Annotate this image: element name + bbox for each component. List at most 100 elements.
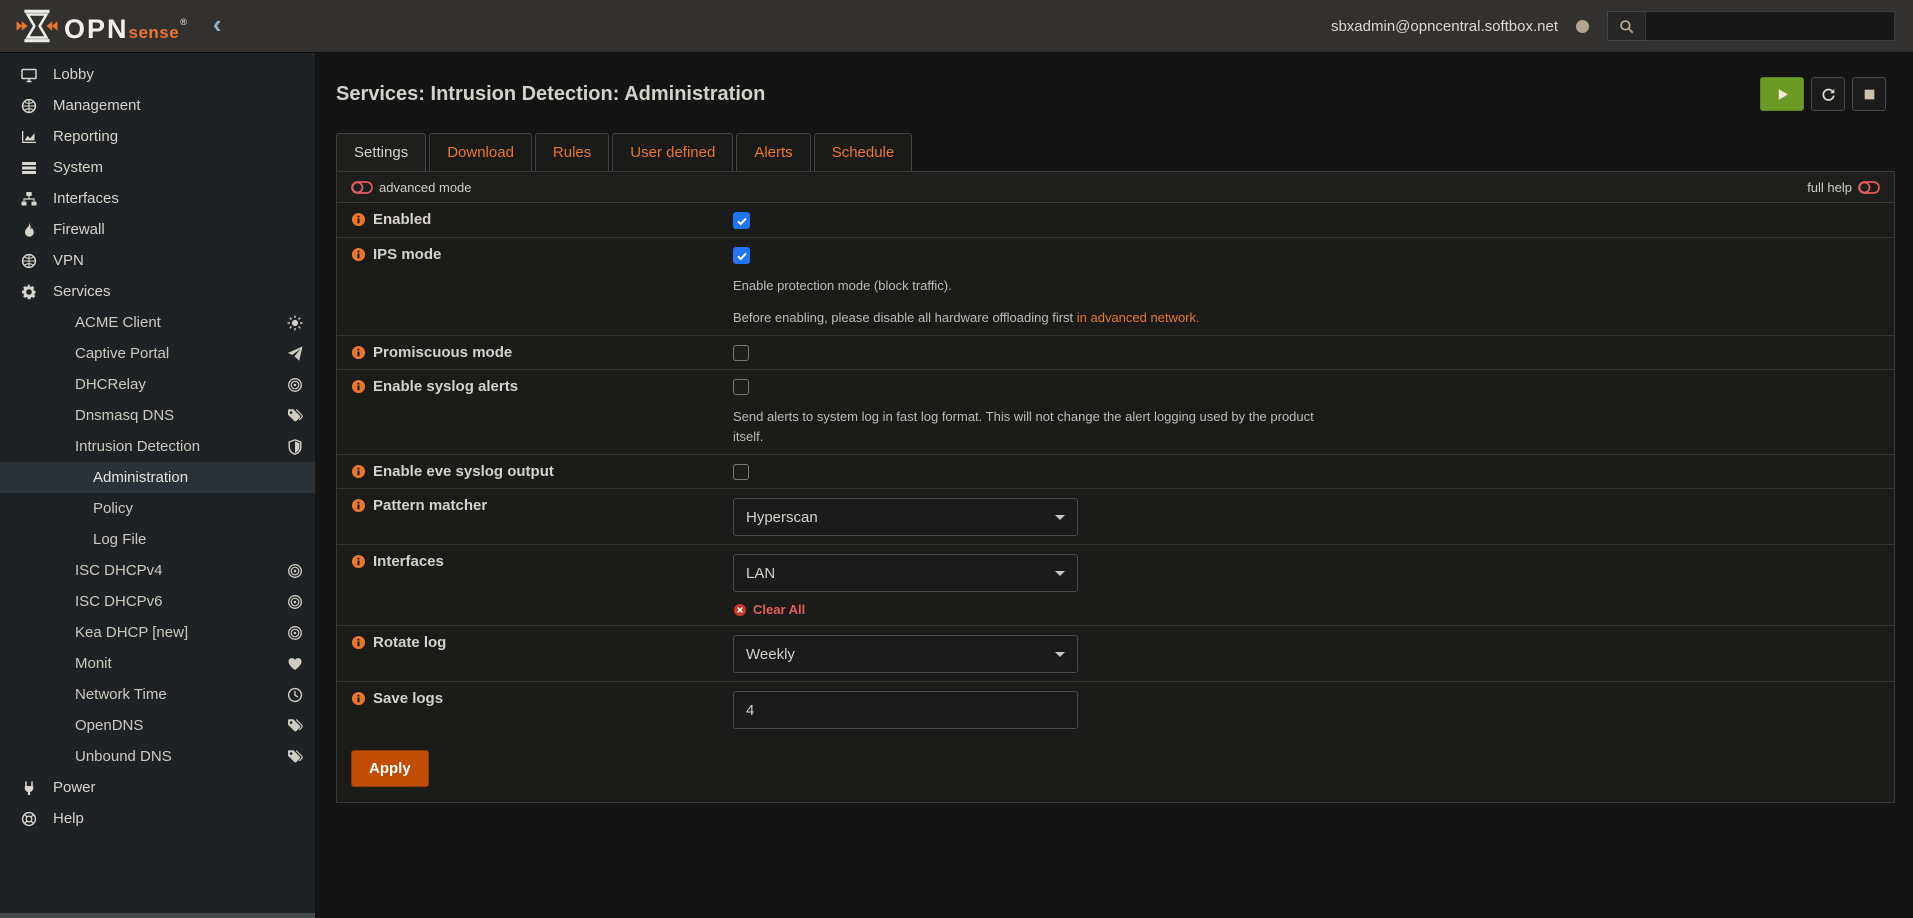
search-icon[interactable] [1607,11,1645,41]
sidebar-item-interfaces[interactable]: Interfaces [0,183,315,214]
sidebar-item-dnsmasq-dns[interactable]: Dnsmasq DNS [0,400,315,431]
help-link[interactable]: in advanced network [1077,310,1196,325]
search-box [1607,11,1895,41]
ips-mode-checkbox[interactable] [733,247,750,264]
info-circle-icon[interactable] [351,246,366,262]
setting-label: Save logs [373,690,443,707]
stop-service-button[interactable] [1852,77,1886,111]
brand-sense: sense [129,23,180,42]
info-circle-icon[interactable] [351,553,366,569]
brand-registered-mark: ® [180,17,187,27]
sidebar-item-intrusion-detection[interactable]: Intrusion Detection [0,431,315,462]
sidebar-item-help[interactable]: Help [0,803,315,834]
clear-all-label: Clear All [753,602,805,617]
sidebar-item-label: VPN [53,252,84,269]
full-help-toggle[interactable]: full help [1807,180,1880,195]
clear-all-button[interactable]: Clear All [733,602,1880,617]
sidebar: Lobby ManagementReporting System Interfaces… [0,53,315,918]
selected-value: LAN [746,565,775,582]
sidebar-item-monit[interactable]: Monit [0,648,315,679]
play-icon [1775,87,1790,102]
sidebar-collapse-icon[interactable]: ‹ [213,11,222,41]
info-circle-icon[interactable] [351,463,366,479]
sidebar-item-kea-dhcp-new[interactable]: Kea DHCP [new] [0,617,315,648]
interfaces-select[interactable]: LAN [733,554,1078,592]
paper-plane-icon [287,346,303,362]
setting-row-rotate-log: Rotate logWeekly [337,626,1894,682]
enable-eve-syslog-output-checkbox[interactable] [733,464,749,480]
start-service-button[interactable] [1760,77,1804,111]
sidebar-item-unbound-dns[interactable]: Unbound DNS [0,741,315,772]
sidebar-item-label: Monit [75,655,112,672]
sidebar-item-label: Power [53,779,96,796]
sidebar-item-management[interactable]: Management [0,90,315,121]
enabled-checkbox[interactable] [733,212,750,229]
sidebar-item-label: System [53,159,103,176]
info-circle-icon[interactable] [351,378,366,394]
sidebar-item-captive-portal[interactable]: Captive Portal [0,338,315,369]
info-circle-icon[interactable] [351,344,366,360]
sidebar-item-firewall[interactable]: Firewall [0,214,315,245]
sidebar-item-dhcrelay[interactable]: DHCRelay [0,369,315,400]
info-circle-icon[interactable] [351,211,366,227]
restart-service-button[interactable] [1811,77,1845,111]
sidebar-item-isc-dhcpv6[interactable]: ISC DHCPv6 [0,586,315,617]
full-help-label: full help [1807,180,1852,195]
tab-settings[interactable]: Settings [336,133,426,171]
sidebar-item-administration[interactable]: Administration [0,462,315,493]
help-text: Send alerts to system log in fast log fo… [733,407,1333,446]
pattern-matcher-select[interactable]: Hyperscan [733,498,1078,536]
plug-icon [21,780,39,796]
sidebar-item-network-time[interactable]: Network Time [0,679,315,710]
rotate-log-select[interactable]: Weekly [733,635,1078,673]
apply-button[interactable]: Apply [351,750,429,787]
sidebar-item-power[interactable]: Power [0,772,315,803]
sidebar-item-reporting[interactable]: Reporting [0,121,315,152]
topbar: OPNsense® ‹ sbxadmin@opncentral.softbox.… [0,0,1913,53]
search-input[interactable] [1645,11,1895,41]
main-content: Services: Intrusion Detection: Administr… [315,53,1913,918]
sidebar-item-label: Captive Portal [75,345,169,362]
help-text: Before enabling, please disable all hard… [733,308,1333,328]
opnsense-logo[interactable]: OPNsense® [16,9,187,43]
sidebar-item-lobby[interactable]: Lobby [0,59,315,90]
tab-alerts[interactable]: Alerts [736,133,810,171]
tab-rules[interactable]: Rules [535,133,609,171]
setting-label: Pattern matcher [373,497,487,514]
setting-row-enable-syslog-alerts: Enable syslog alertsSend alerts to syste… [337,370,1894,455]
sidebar-item-services[interactable]: Services [0,276,315,307]
sidebar-item-acme-client[interactable]: ACME Client [0,307,315,338]
sidebar-item-label: Unbound DNS [75,748,172,765]
sidebar-item-log-file[interactable]: Log File [0,524,315,555]
bullseye-icon [287,594,303,610]
advanced-mode-toggle[interactable]: advanced mode [351,180,472,195]
logged-in-user[interactable]: sbxadmin@opncentral.softbox.net [1331,18,1558,35]
tab-bar: SettingsDownloadRulesUser definedAlertsS… [336,133,1895,171]
info-circle-icon[interactable] [351,634,366,650]
setting-row-promiscuous-mode: Promiscuous mode [337,336,1894,370]
tags-icon [287,749,303,765]
sidebar-item-label: Policy [93,500,133,517]
info-circle-icon[interactable] [351,497,366,513]
tab-schedule[interactable]: Schedule [814,133,913,171]
tab-download[interactable]: Download [429,133,532,171]
sidebar-item-label: ISC DHCPv6 [75,593,163,610]
sidebar-item-label: Log File [93,531,146,548]
save-logs-input[interactable] [733,691,1078,729]
sidebar-item-system[interactable]: System [0,152,315,183]
enable-syslog-alerts-checkbox[interactable] [733,379,749,395]
promiscuous-mode-checkbox[interactable] [733,345,749,361]
toggle-off-icon [351,181,373,194]
sidebar-item-vpn[interactable]: VPN [0,245,315,276]
sidebar-item-label: Lobby [53,66,94,83]
tab-user-defined[interactable]: User defined [612,133,733,171]
sidebar-item-label: Interfaces [53,190,119,207]
setting-row-interfaces: InterfacesLANClear All [337,545,1894,626]
settings-panel: advanced mode full help EnabledIPS modeE… [336,171,1895,803]
sidebar-item-label: ISC DHCPv4 [75,562,163,579]
sidebar-item-policy[interactable]: Policy [0,493,315,524]
sidebar-item-isc-dhcpv4[interactable]: ISC DHCPv4 [0,555,315,586]
setting-row-pattern-matcher: Pattern matcher Hyperscan [337,489,1894,545]
sidebar-item-opendns[interactable]: OpenDNS [0,710,315,741]
info-circle-icon[interactable] [351,690,366,706]
